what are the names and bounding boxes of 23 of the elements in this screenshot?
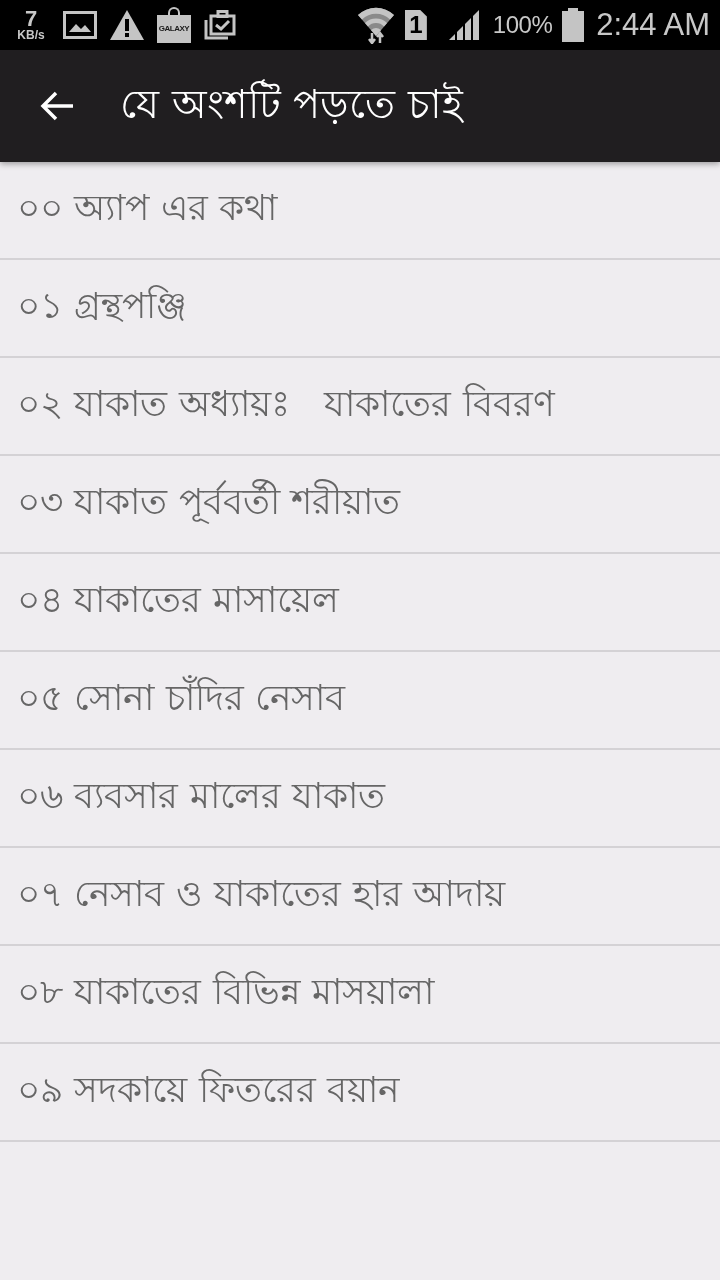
clock-time: 2:44 AM	[596, 7, 710, 43]
screen-title: যে অংশটি পড়তে চাই	[120, 78, 464, 129]
briefcase-check-icon	[204, 10, 236, 40]
chapter-list-item[interactable]: ০৯ সদকায়ে ফিতরের বয়ান	[0, 1044, 720, 1142]
back-arrow-icon	[40, 91, 74, 121]
battery-icon	[562, 8, 585, 42]
warning-icon	[110, 10, 144, 40]
network-speed-value: 7	[24, 8, 38, 29]
chapter-list-item[interactable]: ০০ অ্যাপ এর কথা	[0, 162, 720, 260]
image-icon	[63, 11, 97, 39]
battery-percentage: 100%	[492, 11, 553, 39]
chapter-list-item[interactable]: ০৪ যাকাতের মাসায়েল	[0, 554, 720, 652]
shopping-bag-badge: GALAXY	[157, 7, 191, 43]
sim-card-badge: 1	[404, 10, 427, 40]
chapter-list-item[interactable]: ০৭ নেসাব ও যাকাতের হার আদায়	[0, 848, 720, 946]
chapter-list-item[interactable]: ০৩ যাকাত পূর্ববর্তী শরীয়াত	[0, 456, 720, 554]
wifi-icon	[356, 6, 395, 44]
chapter-list-item[interactable]: ০৮ যাকাতের বিভিন্ন মাসয়ালা	[0, 946, 720, 1044]
chapter-list-item[interactable]: ০১ গ্রন্থপঞ্জি	[0, 260, 720, 358]
network-speed-unit: KB/s	[17, 28, 45, 42]
chapter-list-item[interactable]: ০৬ ব্যবসার মালের যাকাত	[0, 750, 720, 848]
chapter-list-item[interactable]: ০৫ সোনা চাঁদির নেসাব	[0, 652, 720, 750]
chapter-list-item[interactable]: ০২ যাকাত অধ্যায়ঃ যাকাতের বিবরণ	[0, 358, 720, 456]
